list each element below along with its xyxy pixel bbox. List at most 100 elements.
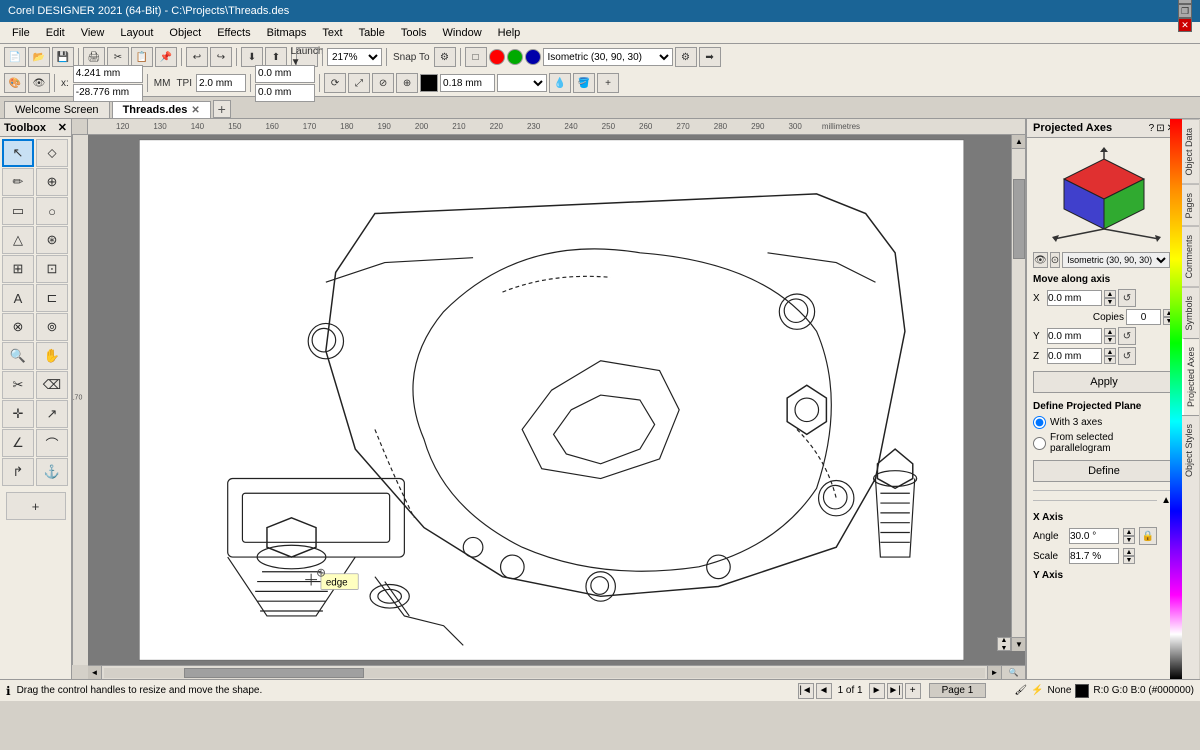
menu-edit[interactable]: Edit (38, 25, 73, 41)
v-scrollbar[interactable]: ▲ ▼ (1011, 135, 1025, 651)
page-last-btn[interactable]: ►| (887, 683, 903, 699)
angle-lock-btn[interactable]: 🔒 (1139, 527, 1157, 545)
vtab-object-styles[interactable]: Object Styles (1182, 415, 1199, 485)
tab-welcome[interactable]: Welcome Screen (4, 101, 110, 118)
view-btn1[interactable]: □ (465, 47, 487, 67)
preset-select[interactable]: Isometric (30, 90, 30) (1062, 252, 1170, 268)
transform-btn2[interactable]: ⤢ (348, 73, 370, 93)
radio-3axes[interactable] (1033, 416, 1046, 429)
x-axis-up[interactable]: ▲ (1104, 290, 1116, 298)
x-angle-input[interactable] (1069, 528, 1119, 544)
arrow-btn[interactable]: ➡ (699, 47, 721, 67)
add-btn[interactable]: + (597, 73, 619, 93)
x-axis-reset[interactable]: ↺ (1118, 289, 1136, 307)
open-button[interactable]: 📂 (28, 47, 50, 67)
tab-close-icon[interactable]: ✕ (191, 105, 199, 116)
page-next-btn[interactable]: ► (869, 683, 885, 699)
angle-btn[interactable]: ∠ (2, 429, 34, 457)
knife-tool-btn[interactable]: ✂ (2, 371, 34, 399)
scroll-left-btn[interactable]: ◄ (88, 666, 102, 680)
view-btn2[interactable] (489, 49, 505, 65)
z-axis-up[interactable]: ▲ (1104, 348, 1116, 356)
copies-up[interactable]: ▲ (1163, 309, 1175, 317)
symbol-tool-btn[interactable]: ⊚ (36, 313, 68, 341)
stroke-end-select[interactable] (497, 74, 547, 92)
view-btn3[interactable] (507, 49, 523, 65)
arc-btn[interactable]: ⌒ (36, 429, 68, 457)
h-scroll-thumb[interactable] (184, 668, 364, 678)
add-tool-btn[interactable]: + (6, 492, 66, 520)
anchor-btn[interactable]: ⚓ (36, 458, 68, 486)
select-tool-btn[interactable]: ↖ (2, 139, 34, 167)
page-tab[interactable]: Page 1 (929, 683, 987, 698)
eraser-tool-btn[interactable]: ⌫ (36, 371, 68, 399)
vtab-projected-axes[interactable]: Projected Axes (1182, 338, 1199, 415)
panel-help-icon[interactable]: ? (1149, 123, 1155, 134)
vtab-object-data[interactable]: Object Data (1182, 119, 1199, 184)
x-scale-down[interactable]: ▼ (1123, 556, 1135, 564)
text-tool-btn[interactable]: A (2, 284, 34, 312)
scroll-right-btn[interactable]: ► (987, 666, 1001, 680)
restore-button[interactable]: ❐ (1178, 4, 1192, 18)
isometric-select[interactable]: Isometric (30, 90, 30) (543, 48, 673, 66)
page-prev-btn[interactable]: ◄ (816, 683, 832, 699)
spiral-tool-btn[interactable]: ⊛ (36, 226, 68, 254)
blend-tool-btn[interactable]: ⊗ (2, 313, 34, 341)
menu-help[interactable]: Help (490, 25, 529, 41)
polygon-tool-btn[interactable]: △ (2, 226, 34, 254)
ellipse-tool-btn[interactable]: ○ (36, 197, 68, 225)
menu-object[interactable]: Object (161, 25, 209, 41)
menu-file[interactable]: File (4, 25, 38, 41)
undo-button[interactable]: ↩ (186, 47, 208, 67)
menu-view[interactable]: View (73, 25, 113, 41)
menu-table[interactable]: Table (351, 25, 393, 41)
pos-y-input[interactable] (255, 84, 315, 102)
tab-threads[interactable]: Threads.des ✕ (112, 101, 211, 118)
menu-bitmaps[interactable]: Bitmaps (259, 25, 315, 41)
vtab-comments[interactable]: Comments (1182, 226, 1199, 287)
preset-save-btn[interactable]: 💾 (1172, 252, 1181, 268)
fill-btn[interactable]: 🪣 (573, 73, 595, 93)
eyedrop-btn[interactable]: 💧 (549, 73, 571, 93)
panel-close-icon[interactable]: ✕ (1167, 123, 1175, 134)
copies-input[interactable] (1126, 309, 1161, 325)
page-add-btn[interactable]: + (905, 683, 921, 699)
crosshair-btn[interactable]: ✛ (2, 400, 34, 428)
x-input[interactable] (73, 65, 143, 83)
vtab-pages[interactable]: Pages (1182, 184, 1199, 227)
menu-layout[interactable]: Layout (112, 25, 161, 41)
y-axis-reset[interactable]: ↺ (1118, 327, 1136, 345)
transform-btn3[interactable]: ⊘ (372, 73, 394, 93)
pan-tool-btn[interactable]: ✋ (36, 342, 68, 370)
pointer2-btn[interactable]: ↗ (36, 400, 68, 428)
menu-text[interactable]: Text (314, 25, 350, 41)
zoom-select[interactable]: 217% (327, 48, 382, 66)
isometric-settings[interactable]: ⚙ (675, 47, 697, 67)
preset-obj-btn[interactable]: ⊙ (1050, 252, 1060, 268)
save-button[interactable]: 💾 (52, 47, 74, 67)
snap-settings[interactable]: ⚙ (434, 47, 456, 67)
rectangle-tool-btn[interactable]: ▭ (2, 197, 34, 225)
freehand-tool-btn[interactable]: ✏ (2, 168, 34, 196)
stroke-color-box[interactable] (420, 74, 438, 92)
y-axis-input[interactable] (1047, 328, 1102, 344)
y-axis-up[interactable]: ▲ (1104, 328, 1116, 336)
expand-btn[interactable]: ▲ ▼ (997, 637, 1011, 651)
define-button[interactable]: Define (1033, 460, 1175, 482)
x-axis-input[interactable] (1047, 290, 1102, 306)
copies-down[interactable]: ▼ (1163, 317, 1175, 325)
zoom-fit-btn[interactable]: 🔍 (1001, 666, 1025, 680)
z-axis-reset[interactable]: ↺ (1118, 347, 1136, 365)
smart-fill-btn[interactable]: ⊕ (36, 168, 68, 196)
table-tool-btn[interactable]: ⊞ (2, 255, 34, 283)
obj-style-btn[interactable]: 🎨 (4, 73, 26, 93)
z-axis-input[interactable] (1047, 348, 1102, 364)
tpi-input[interactable] (196, 74, 246, 92)
new-button[interactable]: 📄 (4, 47, 26, 67)
vtab-symbols[interactable]: Symbols (1182, 287, 1199, 339)
x-angle-up[interactable]: ▲ (1123, 528, 1135, 536)
close-button[interactable]: ✕ (1178, 18, 1192, 32)
page-first-btn[interactable]: |◄ (798, 683, 814, 699)
paste-button[interactable]: 📌 (155, 47, 177, 67)
transform-btn4[interactable]: ⊕ (396, 73, 418, 93)
